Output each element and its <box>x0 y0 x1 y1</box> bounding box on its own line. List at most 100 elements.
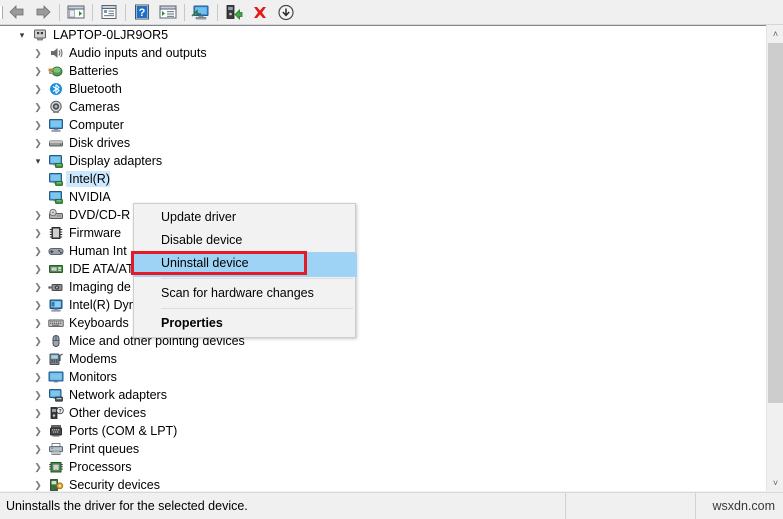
status-message: Uninstalls the driver for the selected d… <box>0 493 566 519</box>
dvd-drive-icon <box>46 206 66 224</box>
tree-item-label: Batteries <box>69 64 119 78</box>
tree-item-dvd-cd-rom-drives[interactable]: ❯ DVD/CD-R <box>0 206 757 224</box>
tree-item-label: Intel(R) <box>66 171 110 187</box>
tree-item-modems[interactable]: ❯ Modems <box>0 350 757 368</box>
device-tree-pane[interactable]: ▾ LAPTOP-0LJR9OR5 ❯ Audio inputs and out… <box>0 25 783 491</box>
device-tree[interactable]: ▾ LAPTOP-0LJR9OR5 ❯ Audio inputs and out… <box>0 26 757 491</box>
uninstall-device-icon[interactable] <box>247 1 273 23</box>
back-arrow-icon[interactable] <box>4 1 30 23</box>
chevron-right-icon[interactable]: ❯ <box>30 278 46 296</box>
tree-item-audio-inputs-and-outputs[interactable]: ❯ Audio inputs and outputs <box>0 44 757 62</box>
toolbar-separator-2 <box>92 3 93 21</box>
speaker-icon <box>46 44 66 62</box>
context-menu-item-properties[interactable]: Properties <box>134 312 355 335</box>
chevron-right-icon[interactable]: ❯ <box>30 368 46 386</box>
tree-item-firmware[interactable]: ❯ Firmware <box>0 224 757 242</box>
tree-item-intel-display-adapter[interactable]: Intel(R) <box>0 170 757 188</box>
properties-icon[interactable] <box>96 1 122 23</box>
scroll-up-arrow-icon[interactable]: ˄ <box>767 25 783 42</box>
toolbar-separator-4 <box>184 3 185 21</box>
forward-arrow-icon[interactable] <box>30 1 56 23</box>
tree-item-keyboards[interactable]: ❯ Keyboards <box>0 314 757 332</box>
show-hide-console-tree-icon[interactable] <box>63 1 89 23</box>
tree-item-batteries[interactable]: ❯ Batteries <box>0 62 757 80</box>
chevron-right-icon[interactable]: ❯ <box>30 314 46 332</box>
tree-item-display-adapters[interactable]: ▾ Display adapters <box>0 152 757 170</box>
chevron-right-icon[interactable]: ❯ <box>30 440 46 458</box>
update-driver-icon[interactable] <box>221 1 247 23</box>
tree-item-human-interface-devices[interactable]: ❯ Human Int <box>0 242 757 260</box>
tree-item-computer[interactable]: ❯ Computer <box>0 116 757 134</box>
tree-item-security-devices[interactable]: ❯ Security devices <box>0 476 757 491</box>
tree-item-label: Other devices <box>69 406 147 420</box>
tree-item-nvidia-display-adapter[interactable]: NVIDIA <box>0 188 757 206</box>
port-icon <box>46 422 66 440</box>
action-list-icon[interactable] <box>155 1 181 23</box>
tree-item-ports-com-and-lpt[interactable]: ❯ Ports (COM & LPT) <box>0 422 757 440</box>
chevron-right-icon[interactable]: ❯ <box>30 80 46 98</box>
tree-item-ide-ata-atapi-controllers[interactable]: ❯ IDE ATA/AT <box>0 260 757 278</box>
scan-hardware-changes-icon[interactable] <box>188 1 214 23</box>
tree-item-label: Modems <box>69 352 117 366</box>
tree-item-mice-and-other-pointing-devices[interactable]: ❯ Mice and other pointing devices <box>0 332 757 350</box>
tree-item-label: IDE ATA/AT <box>69 262 134 276</box>
tree-item-network-adapters[interactable]: ❯ Network adapters <box>0 386 757 404</box>
chevron-right-icon[interactable]: ❯ <box>30 476 46 491</box>
chevron-down-icon[interactable]: ▾ <box>14 26 30 44</box>
chevron-right-icon[interactable]: ❯ <box>30 458 46 476</box>
watermark: wsxdn.com <box>712 499 775 513</box>
tree-item-label: Security devices <box>69 478 161 491</box>
tree-item-label: Imaging de <box>69 280 131 294</box>
camera-icon <box>46 98 66 116</box>
chevron-right-icon[interactable]: ❯ <box>30 350 46 368</box>
chevron-down-icon[interactable]: ▾ <box>30 152 46 170</box>
tree-item-intel-dynamic-platform-and-thermal-framework[interactable]: ❯ Intel(R) Dynamic Platform and Thermal … <box>0 296 757 314</box>
tree-item-label: LAPTOP-0LJR9OR5 <box>53 28 169 42</box>
context-menu-item-update-driver[interactable]: Update driver <box>134 206 355 229</box>
tree-item-disk-drives[interactable]: ❯ Disk drives <box>0 134 757 152</box>
processor-icon <box>46 458 66 476</box>
chevron-right-icon[interactable]: ❯ <box>30 134 46 152</box>
chevron-right-icon[interactable]: ❯ <box>30 422 46 440</box>
hid-icon <box>46 242 66 260</box>
tree-item-cameras[interactable]: ❯ Cameras <box>0 98 757 116</box>
chevron-right-icon[interactable]: ❯ <box>30 224 46 242</box>
security-device-icon <box>46 476 66 491</box>
chevron-right-icon[interactable]: ❯ <box>30 44 46 62</box>
display-adapter-icon <box>46 152 66 170</box>
tree-item-label: Disk drives <box>69 136 131 150</box>
context-menu-item-disable-device[interactable]: Disable device <box>134 229 355 252</box>
chevron-right-icon[interactable]: ❯ <box>30 62 46 80</box>
tree-item-monitors[interactable]: ❯ Monitors <box>0 368 757 386</box>
tree-item-processors[interactable]: ❯ Processors <box>0 458 757 476</box>
context-menu-item-scan-for-hardware-changes[interactable]: Scan for hardware changes <box>134 282 355 305</box>
ide-controller-icon <box>46 260 66 278</box>
scrollbar-thumb[interactable] <box>768 43 783 403</box>
help-icon[interactable]: ? <box>129 1 155 23</box>
disable-device-icon[interactable] <box>273 1 299 23</box>
monitor-icon <box>46 368 66 386</box>
disk-drive-icon <box>46 134 66 152</box>
keyboard-icon <box>46 314 66 332</box>
tree-item-label: Monitors <box>69 370 117 384</box>
chevron-right-icon[interactable]: ❯ <box>30 332 46 350</box>
tree-item-print-queues[interactable]: ❯ Print queues <box>0 440 757 458</box>
vertical-scrollbar[interactable]: ˄ ˅ <box>766 25 783 491</box>
chevron-right-icon[interactable]: ❯ <box>30 404 46 422</box>
chevron-right-icon[interactable]: ❯ <box>30 206 46 224</box>
tree-item-imaging-devices[interactable]: ❯ Imaging de <box>0 278 757 296</box>
tree-item-other-devices[interactable]: ❯ ? Other devices <box>0 404 757 422</box>
network-adapter-icon <box>46 386 66 404</box>
tree-item-bluetooth[interactable]: ❯ Bluetooth <box>0 80 757 98</box>
annotation-highlight-box <box>131 251 307 275</box>
tree-item-root[interactable]: ▾ LAPTOP-0LJR9OR5 <box>0 26 757 44</box>
chevron-right-icon[interactable]: ❯ <box>30 98 46 116</box>
chevron-right-icon[interactable]: ❯ <box>30 116 46 134</box>
chevron-right-icon[interactable]: ❯ <box>30 242 46 260</box>
chevron-right-icon[interactable]: ❯ <box>30 260 46 278</box>
context-menu-separator-1 <box>161 278 353 279</box>
chevron-right-icon[interactable]: ❯ <box>30 386 46 404</box>
tree-item-label: DVD/CD-R <box>69 208 131 222</box>
scroll-down-arrow-icon[interactable]: ˅ <box>767 474 783 491</box>
chevron-right-icon[interactable]: ❯ <box>30 296 46 314</box>
